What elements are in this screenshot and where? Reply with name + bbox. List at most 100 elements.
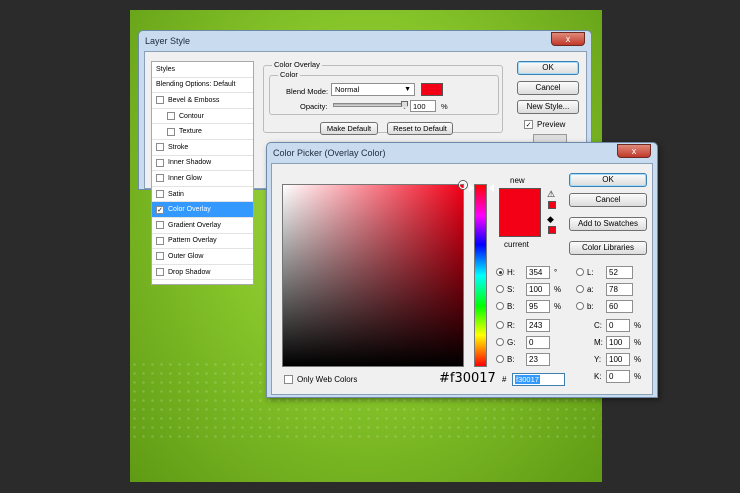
styles-item-label: Drop Shadow <box>168 268 211 276</box>
opacity-label: Opacity: <box>300 102 328 111</box>
styles-item[interactable]: Inner Shadow <box>152 156 253 172</box>
only-web-colors-checkbox[interactable] <box>284 375 293 384</box>
mode-radio[interactable] <box>496 355 504 363</box>
styles-item[interactable]: Stroke <box>152 140 253 156</box>
current-color-swatch[interactable] <box>499 213 541 237</box>
style-checkbox[interactable] <box>156 96 164 105</box>
picker-ok-button[interactable]: OK <box>569 173 647 187</box>
style-checkbox[interactable]: ✓ <box>156 205 164 214</box>
style-checkbox[interactable] <box>167 127 175 136</box>
value-field[interactable]: 243 <box>526 319 550 332</box>
ok-button[interactable]: OK <box>517 61 579 75</box>
reset-to-default-button[interactable]: Reset to Default <box>387 122 453 135</box>
styles-item[interactable]: Satin <box>152 187 253 203</box>
styles-item[interactable]: Bevel & Emboss <box>152 93 253 109</box>
value-field[interactable]: 0 <box>606 370 630 383</box>
new-style-button[interactable]: New Style... <box>517 100 579 114</box>
styles-item[interactable]: Texture <box>152 124 253 140</box>
gamut-warning-swatch[interactable] <box>548 201 556 209</box>
value-label: B: <box>507 355 515 364</box>
color-picker-title: Color Picker (Overlay Color) <box>273 148 386 158</box>
styles-item[interactable]: Styles <box>152 62 253 78</box>
value-unit: % <box>634 321 642 330</box>
mode-radio[interactable] <box>496 321 504 329</box>
style-checkbox[interactable] <box>156 236 164 245</box>
styles-item[interactable]: Blending Options: Default <box>152 78 253 94</box>
opacity-field[interactable]: 100 <box>410 100 436 112</box>
value-field[interactable]: 100 <box>606 353 630 366</box>
hue-slider-right-arrow[interactable] <box>489 184 494 192</box>
styles-item[interactable]: Gradient Overlay <box>152 218 253 234</box>
styles-item[interactable]: Inner Glow <box>152 171 253 187</box>
style-checkbox[interactable] <box>156 158 164 167</box>
new-label: new <box>510 176 525 185</box>
value-unit: % <box>634 338 642 347</box>
preview-checkbox[interactable]: ✓ <box>524 120 533 129</box>
color-picker-close-button[interactable]: x <box>617 144 651 158</box>
color-picker-dialog: Color Picker (Overlay Color) x new curre… <box>266 142 658 398</box>
layer-style-close-button[interactable]: x <box>551 32 585 46</box>
layer-style-title: Layer Style <box>145 36 191 46</box>
saturation-brightness-field[interactable] <box>282 181 467 367</box>
style-checkbox[interactable] <box>167 112 175 121</box>
value-field[interactable]: 354 <box>526 266 550 279</box>
web-safe-swatch[interactable] <box>548 226 556 234</box>
mode-radio[interactable] <box>576 268 584 276</box>
mode-radio[interactable] <box>496 268 504 276</box>
styles-item-label: Color Overlay <box>168 206 211 214</box>
make-default-button[interactable]: Make Default <box>320 122 378 135</box>
styles-item[interactable]: Outer Glow <box>152 249 253 265</box>
styles-item[interactable]: Drop Shadow <box>152 265 253 281</box>
value-label: S: <box>507 285 515 294</box>
color-libraries-button[interactable]: Color Libraries <box>569 241 647 255</box>
value-field[interactable]: 95 <box>526 300 550 313</box>
styles-item-label: Pattern Overlay <box>168 237 217 245</box>
hue-slider-left-arrow[interactable] <box>469 184 474 192</box>
mode-radio[interactable] <box>496 302 504 310</box>
styles-item-label: Bevel & Emboss <box>168 96 220 104</box>
cancel-button[interactable]: Cancel <box>517 81 579 95</box>
hue-slider[interactable] <box>474 184 487 367</box>
value-label: Y: <box>594 355 602 364</box>
color-selector-circle[interactable] <box>459 181 467 189</box>
value-field[interactable]: 78 <box>606 283 633 296</box>
overlay-color-swatch[interactable] <box>421 83 443 96</box>
style-checkbox[interactable] <box>156 221 164 230</box>
value-field[interactable]: 52 <box>606 266 633 279</box>
mode-radio[interactable] <box>576 302 584 310</box>
mode-radio[interactable] <box>576 285 584 293</box>
style-checkbox[interactable] <box>156 268 164 277</box>
style-checkbox[interactable] <box>156 190 164 199</box>
styles-item-label: Gradient Overlay <box>168 221 221 229</box>
gamut-warning-icon[interactable]: ⚠ <box>547 189 555 200</box>
picker-cancel-button[interactable]: Cancel <box>569 193 647 207</box>
styles-item[interactable]: Contour <box>152 109 253 125</box>
value-label: K: <box>594 372 602 381</box>
value-label: B: <box>507 302 515 311</box>
value-field[interactable]: 60 <box>606 300 633 313</box>
styles-item-label: Inner Shadow <box>168 159 212 167</box>
value-field[interactable]: 0 <box>606 319 630 332</box>
styles-list: Styles Blending Options: Default Bevel & E… <box>151 61 254 285</box>
value-unit: ° <box>554 268 558 277</box>
mode-radio[interactable] <box>496 285 504 293</box>
web-safe-cube-icon[interactable]: ◆ <box>547 214 554 225</box>
add-to-swatches-button[interactable]: Add to Swatches <box>569 217 647 231</box>
blend-mode-select[interactable]: Normal ▼ <box>331 83 415 96</box>
value-label: H: <box>507 268 515 277</box>
mode-radio[interactable] <box>496 338 504 346</box>
styles-item[interactable]: Pattern Overlay <box>152 234 253 250</box>
style-checkbox[interactable] <box>156 174 164 183</box>
value-field[interactable]: 100 <box>526 283 550 296</box>
value-field[interactable]: 0 <box>526 336 550 349</box>
value-field[interactable]: 23 <box>526 353 550 366</box>
value-unit: % <box>554 302 562 311</box>
value-field[interactable]: 100 <box>606 336 630 349</box>
opacity-slider[interactable] <box>333 103 405 107</box>
styles-item[interactable]: ✓ Color Overlay <box>152 202 253 218</box>
style-checkbox[interactable] <box>156 252 164 261</box>
color-overlay-section-title: Color Overlay <box>272 60 322 69</box>
style-checkbox[interactable] <box>156 143 164 152</box>
color-group-title: Color <box>278 70 300 79</box>
hex-input[interactable]: f30017 <box>512 373 565 386</box>
